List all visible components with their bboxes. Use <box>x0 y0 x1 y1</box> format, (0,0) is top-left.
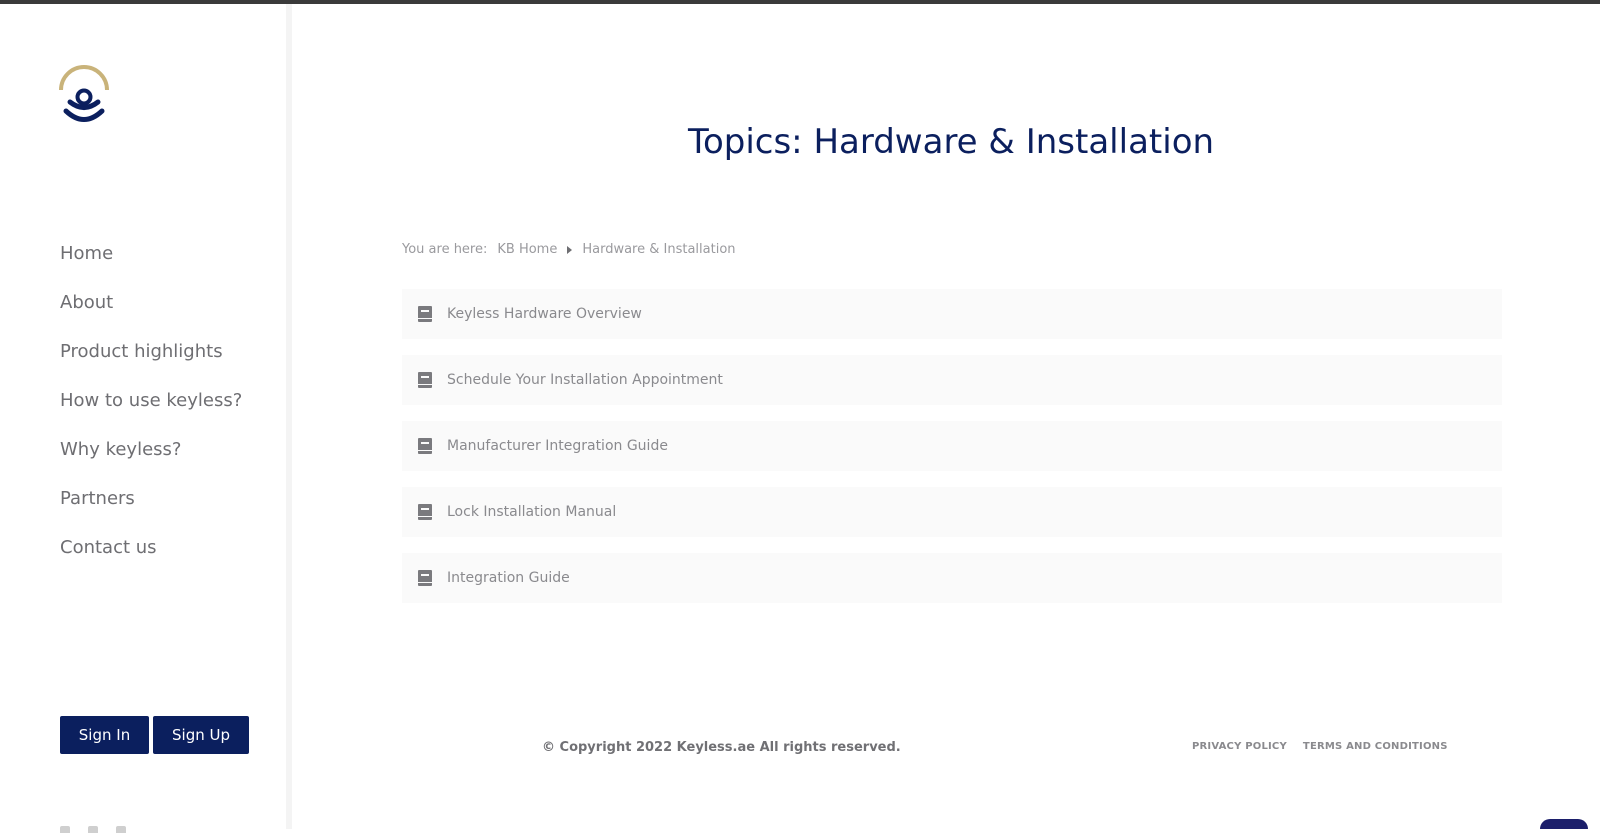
document-icon <box>418 438 432 454</box>
sidebar: Home About Product highlights How to use… <box>0 4 292 833</box>
social-icon[interactable] <box>116 826 126 833</box>
auth-buttons: Sign In Sign Up <box>60 716 249 754</box>
document-icon <box>418 372 432 388</box>
topic-label: Integration Guide <box>447 570 570 586</box>
nav-item-partners[interactable]: Partners <box>60 487 242 536</box>
footer-copyright: © Copyright 2022 Keyless.ae All rights r… <box>542 740 901 755</box>
topic-label: Manufacturer Integration Guide <box>447 438 668 454</box>
nav-item-how-to-use[interactable]: How to use keyless? <box>60 389 242 438</box>
nav-item-home[interactable]: Home <box>60 242 242 291</box>
keyless-logo-icon <box>59 65 109 122</box>
privacy-policy-link[interactable]: PRIVACY POLICY <box>1192 741 1287 752</box>
topic-item[interactable]: Keyless Hardware Overview <box>402 289 1502 339</box>
breadcrumb-separator-icon <box>567 245 573 254</box>
topic-label: Schedule Your Installation Appointment <box>447 372 723 388</box>
nav-item-contact-us[interactable]: Contact us <box>60 536 242 585</box>
breadcrumb: You are here: KB Home Hardware & Install… <box>402 242 736 257</box>
nav-item-about[interactable]: About <box>60 291 242 340</box>
keyless-logo[interactable] <box>58 64 110 128</box>
topic-item[interactable]: Integration Guide <box>402 553 1502 603</box>
topic-list: Keyless Hardware Overview Schedule Your … <box>402 289 1502 619</box>
sign-up-button[interactable]: Sign Up <box>153 716 249 754</box>
nav-item-why-keyless[interactable]: Why keyless? <box>60 438 242 487</box>
breadcrumb-kb-home-link[interactable]: KB Home <box>497 242 557 257</box>
topic-label: Keyless Hardware Overview <box>447 306 642 322</box>
topic-item[interactable]: Lock Installation Manual <box>402 487 1502 537</box>
sidebar-nav: Home About Product highlights How to use… <box>60 242 242 585</box>
chat-widget-button[interactable] <box>1540 819 1588 829</box>
social-icon[interactable] <box>60 826 70 833</box>
sign-in-button[interactable]: Sign In <box>60 716 149 754</box>
topic-label: Lock Installation Manual <box>447 504 617 520</box>
breadcrumb-prefix: You are here: <box>402 242 488 257</box>
page-title: Topics: Hardware & Installation <box>687 122 1215 162</box>
document-icon <box>418 306 432 322</box>
breadcrumb-current: Hardware & Installation <box>582 242 736 257</box>
footer-links: PRIVACY POLICY TERMS AND CONDITIONS <box>1192 741 1448 752</box>
topic-item[interactable]: Schedule Your Installation Appointment <box>402 355 1502 405</box>
main-content: Topics: Hardware & Installation You are … <box>298 4 1600 829</box>
document-icon <box>418 570 432 586</box>
topic-item[interactable]: Manufacturer Integration Guide <box>402 421 1502 471</box>
nav-item-product-highlights[interactable]: Product highlights <box>60 340 242 389</box>
document-icon <box>418 504 432 520</box>
terms-and-conditions-link[interactable]: TERMS AND CONDITIONS <box>1303 741 1448 752</box>
social-icon[interactable] <box>88 826 98 833</box>
social-links <box>60 826 126 833</box>
